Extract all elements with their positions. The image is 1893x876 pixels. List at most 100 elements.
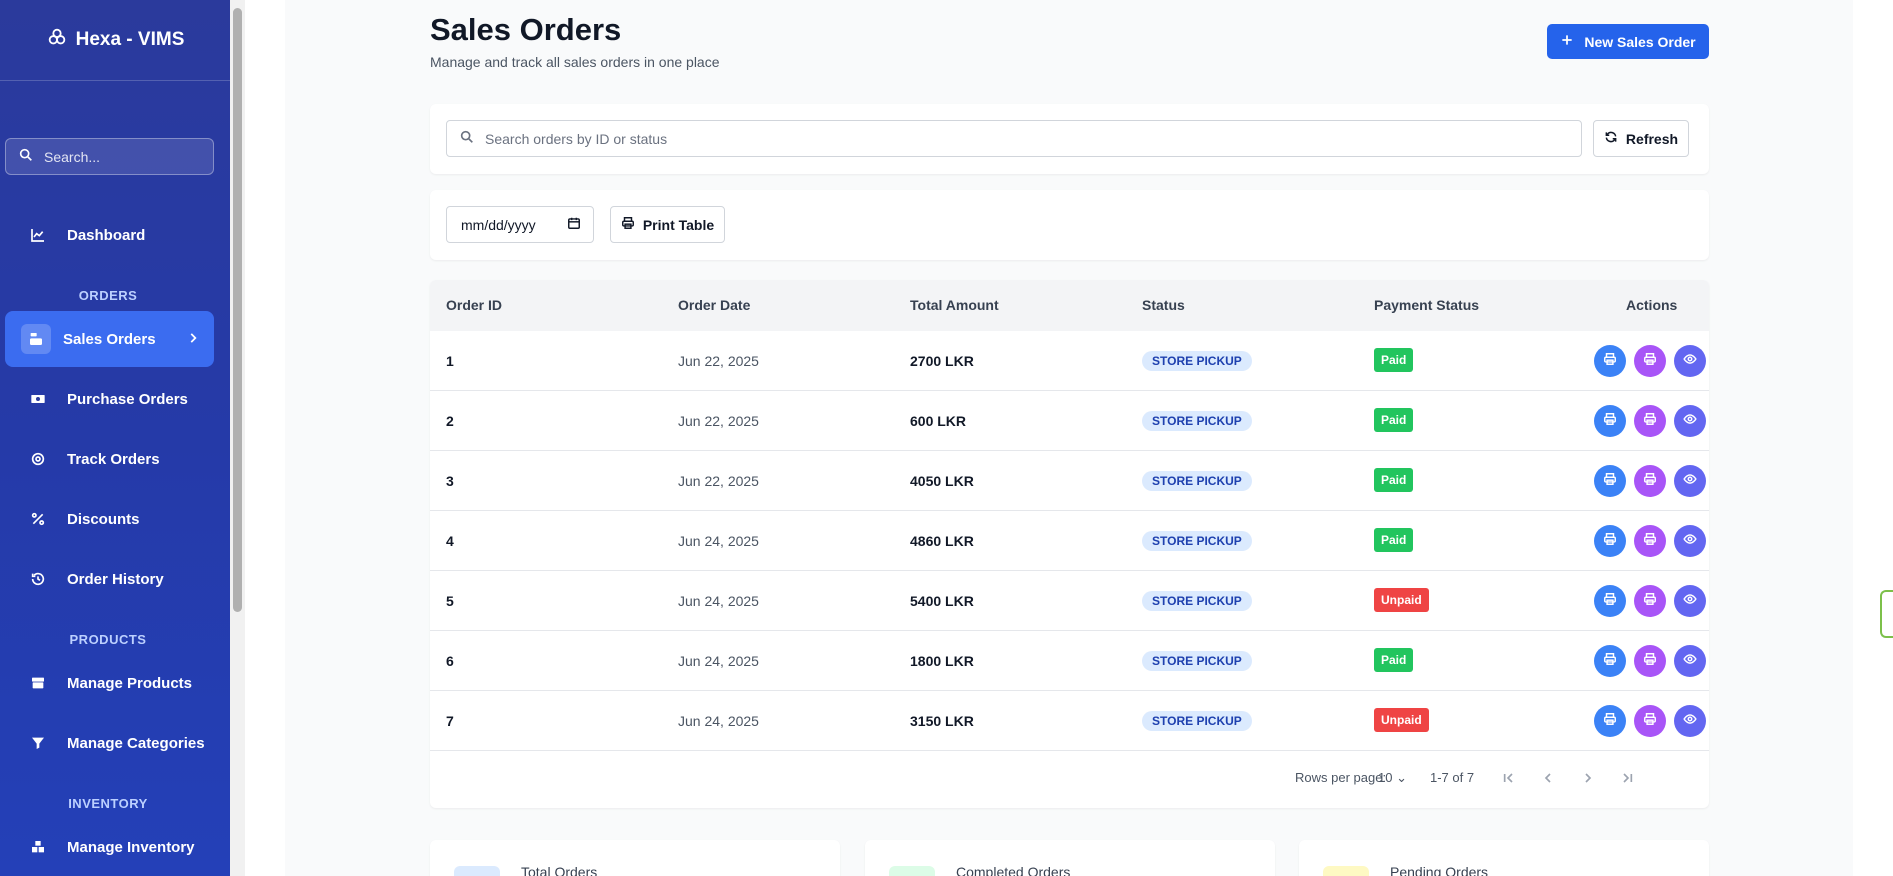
view-order-button[interactable] [1674,645,1706,677]
printer-icon [1603,412,1617,431]
completed-orders-icon [889,866,935,876]
table-row[interactable]: 5 Jun 24, 2025 5400 LKR STORE PICKUP Unpaid [430,571,1709,631]
view-order-button[interactable] [1674,465,1706,497]
section-inventory: INVENTORY [68,796,148,811]
printer-icon [1643,592,1657,611]
print-invoice-button[interactable] [1594,705,1626,737]
eye-icon [1683,412,1697,431]
prev-page-icon[interactable] [1540,770,1556,786]
column-header[interactable]: Order ID [446,297,502,313]
order-date: Jun 22, 2025 [678,473,759,489]
view-order-button[interactable] [1674,345,1706,377]
target-icon [29,450,47,468]
box-icon [29,674,47,692]
sidebar-item-manage-inventory[interactable]: Manage Inventory [5,819,214,875]
chevron-right-icon [186,331,200,345]
print-receipt-button[interactable] [1634,705,1666,737]
table-row[interactable]: 6 Jun 24, 2025 1800 LKR STORE PICKUP Paid [430,631,1709,691]
order-amount: 1800 LKR [910,653,974,669]
print-receipt-button[interactable] [1634,405,1666,437]
filter-card: mm/dd/yyyy Print Table [430,190,1709,260]
print-invoice-button[interactable] [1594,525,1626,557]
print-receipt-button[interactable] [1634,585,1666,617]
view-order-button[interactable] [1674,525,1706,557]
printer-icon [1643,472,1657,491]
printer-icon [1643,352,1657,371]
sidebar-item-manage-categories[interactable]: Manage Categories [5,715,214,771]
stat-pending-orders: Pending Orders [1299,840,1709,876]
print-invoice-button[interactable] [1594,585,1626,617]
view-order-button[interactable] [1674,585,1706,617]
first-page-icon[interactable] [1500,770,1516,786]
view-order-button[interactable] [1674,405,1706,437]
sidebar-item-order-history[interactable]: Order History [5,551,214,607]
sidebar-item-discounts[interactable]: Discounts [5,491,214,547]
stat-label: Pending Orders [1390,864,1489,876]
order-id: 4 [446,533,454,549]
date-filter-input[interactable]: mm/dd/yyyy [446,206,594,243]
order-id: 1 [446,353,454,369]
order-date: Jun 24, 2025 [678,653,759,669]
brand[interactable]: Hexa - VIMS [0,0,230,81]
status-badge: STORE PICKUP [1142,711,1252,731]
table-row[interactable]: 3 Jun 22, 2025 4050 LKR STORE PICKUP Paid [430,451,1709,511]
sidebar: Hexa - VIMS Search... Dashboard ORDERS S… [0,0,230,876]
print-invoice-button[interactable] [1594,405,1626,437]
column-header[interactable]: Total Amount [910,297,999,313]
refresh-icon [1604,130,1618,147]
sidebar-item-label: Dashboard [67,226,146,244]
table-row[interactable]: 2 Jun 22, 2025 600 LKR STORE PICKUP Paid [430,391,1709,451]
cash-register-icon [21,324,51,354]
payment-status-badge: Paid [1374,348,1414,372]
search-icon [18,147,34,166]
column-header[interactable]: Order Date [678,297,750,313]
refresh-button[interactable]: Refresh [1593,120,1689,157]
sidebar-item-sales-orders[interactable]: Sales Orders [5,311,214,367]
boxes-icon [29,838,47,856]
sidebar-item-purchase-orders[interactable]: Purchase Orders [5,371,214,427]
print-invoice-button[interactable] [1594,465,1626,497]
scrollbar-thumb[interactable] [233,8,242,612]
print-table-button[interactable]: Print Table [610,206,725,243]
printer-icon [1643,532,1657,551]
sidebar-item-label: Discounts [67,510,140,528]
printer-icon [1603,352,1617,371]
status-badge: STORE PICKUP [1142,531,1252,551]
table-row[interactable]: 4 Jun 24, 2025 4860 LKR STORE PICKUP Paid [430,511,1709,571]
orders-table: Order ID Order Date Total Amount Status … [430,280,1709,808]
order-amount: 5400 LKR [910,593,974,609]
table-row[interactable]: 7 Jun 24, 2025 3150 LKR STORE PICKUP Unpaid [430,691,1709,751]
calendar-icon[interactable] [567,216,581,233]
sidebar-item-track-orders[interactable]: Track Orders [5,431,214,487]
chart-line-icon [29,226,47,244]
sidebar-item-label: Purchase Orders [67,390,188,408]
order-date: Jun 24, 2025 [678,713,759,729]
sidebar-scrollbar[interactable] [230,0,245,876]
rows-per-page-select[interactable]: 10 ⌄ [1378,770,1407,786]
section-products: PRODUCTS [69,632,147,647]
next-page-icon[interactable] [1580,770,1596,786]
new-sales-order-button[interactable]: New Sales Order [1547,24,1709,59]
printer-icon [1643,412,1657,431]
table-row[interactable]: 1 Jun 22, 2025 2700 LKR STORE PICKUP Paid [430,331,1709,391]
order-id: 7 [446,713,454,729]
print-receipt-button[interactable] [1634,645,1666,677]
payment-status-badge: Paid [1374,648,1414,672]
sidebar-item-dashboard[interactable]: Dashboard [5,207,214,263]
print-invoice-button[interactable] [1594,645,1626,677]
print-receipt-button[interactable] [1634,345,1666,377]
eye-icon [1683,592,1697,611]
print-receipt-button[interactable] [1634,525,1666,557]
edge-widget-tab[interactable] [1880,590,1893,638]
order-search-input[interactable]: Search orders by ID or status [446,120,1582,157]
sidebar-search-input[interactable]: Search... [5,138,214,175]
last-page-icon[interactable] [1620,770,1636,786]
total-orders-icon [454,866,500,876]
sidebar-search-placeholder: Search... [44,148,101,165]
print-receipt-button[interactable] [1634,465,1666,497]
column-header[interactable]: Payment Status [1374,297,1479,313]
sidebar-item-manage-products[interactable]: Manage Products [5,655,214,711]
view-order-button[interactable] [1674,705,1706,737]
column-header[interactable]: Status [1142,297,1185,313]
print-invoice-button[interactable] [1594,345,1626,377]
